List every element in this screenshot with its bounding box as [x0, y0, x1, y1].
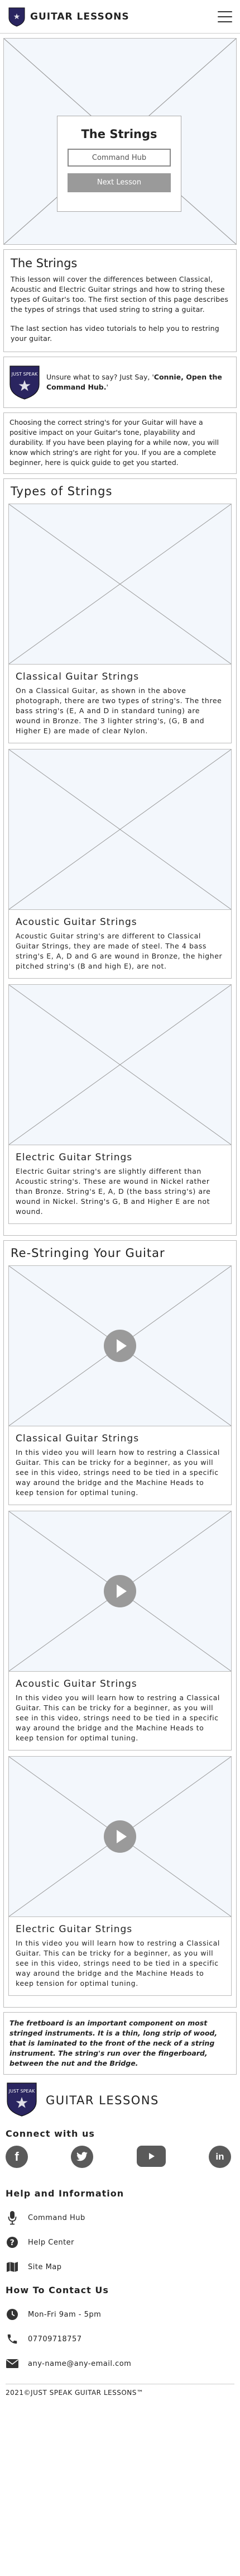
string-image [9, 504, 231, 665]
image-placeholder-icon [9, 985, 231, 1145]
site-footer: JUST SPEAK GUITAR LESSONS Connect with u… [0, 2075, 240, 2402]
svg-text:JUST SPEAK: JUST SPEAK [8, 2089, 35, 2094]
footer-link-label: Command Hub [28, 2213, 85, 2222]
command-hub-button[interactable]: Command Hub [68, 149, 171, 167]
top-navigation-bar: GUITAR LESSONS [0, 0, 240, 34]
footer-link-command-hub[interactable]: Command Hub [6, 2205, 234, 2230]
twitter-icon[interactable] [71, 2146, 94, 2168]
microphone-icon [6, 2210, 19, 2225]
video-card: Classical Guitar Strings In this video y… [8, 1265, 232, 1505]
string-type-description: On a Classical Guitar, as shown in the a… [16, 686, 222, 735]
envelope-icon [6, 2359, 19, 2369]
phone-link[interactable]: 07709718757 [6, 2327, 234, 2351]
phone-number: 07709718757 [28, 2335, 82, 2343]
choosing-strings-text: Choosing the correct string's for your G… [3, 412, 237, 474]
hero-banner: The Strings Command Hub Next Lesson [3, 38, 237, 245]
video-player[interactable] [9, 1266, 231, 1426]
hero-title: The Strings [81, 127, 157, 141]
image-placeholder-icon [9, 749, 231, 909]
hamburger-menu-icon[interactable] [218, 11, 232, 22]
opening-hours: Mon-Fri 9am - 5pm [6, 2302, 234, 2327]
types-of-strings-section: Types of Strings Classical Guitar String… [3, 478, 237, 1236]
string-type-card: Classical Guitar Strings On a Classical … [8, 504, 232, 743]
image-placeholder-icon [9, 504, 231, 664]
social-links: f in [6, 2146, 234, 2168]
section-title: Re-Stringing Your Guitar [11, 1246, 165, 1260]
clock-icon [6, 2308, 19, 2321]
intro-title: The Strings [11, 257, 78, 270]
string-type-description: Electric Guitar string's are slightly di… [16, 1167, 211, 1216]
email-link[interactable]: any-name@any-email.com [6, 2351, 234, 2376]
email-address: any-name@any-email.com [28, 2359, 132, 2368]
play-icon[interactable] [104, 1820, 136, 1853]
video-description: In this video you will learn how to rest… [16, 1939, 220, 1987]
video-card: Electric Guitar Strings In this video yo… [8, 1756, 232, 1996]
contact-title: How To Contact Us [6, 2285, 109, 2295]
hero-panel: The Strings Command Hub Next Lesson [57, 116, 181, 212]
video-title: Acoustic Guitar Strings [16, 1678, 137, 1690]
string-type-card: Electric Guitar Strings Electric Guitar … [8, 984, 232, 1224]
intro-paragraph: This lesson will cover the differences b… [11, 275, 229, 314]
voice-command-text: Unsure what to say? Just Say, 'Connie, O… [46, 373, 222, 391]
just-speak-logo-icon[interactable] [8, 7, 26, 27]
phone-icon [6, 2333, 19, 2345]
video-player[interactable] [9, 1511, 231, 1672]
site-brand-title[interactable]: GUITAR LESSONS [30, 11, 129, 22]
string-type-title: Electric Guitar Strings [16, 1152, 133, 1163]
just-speak-badge-icon: JUST SPEAK [8, 364, 41, 400]
string-type-card: Acoustic Guitar Strings Acoustic Guitar … [8, 749, 232, 979]
string-type-title: Acoustic Guitar Strings [16, 917, 137, 928]
facebook-icon[interactable]: f [6, 2146, 28, 2168]
footer-brand: JUST SPEAK GUITAR LESSONS [6, 2081, 234, 2119]
next-lesson-button[interactable]: Next Lesson [68, 173, 171, 192]
intro-paragraph: The last section has video tutorials to … [11, 324, 219, 343]
string-type-title: Classical Guitar Strings [16, 671, 140, 682]
youtube-icon[interactable] [136, 2146, 166, 2167]
string-image [9, 985, 231, 1145]
connect-title: Connect with us [6, 2128, 95, 2139]
video-title: Classical Guitar Strings [16, 1433, 140, 1444]
footer-brand-title: GUITAR LESSONS [46, 2094, 159, 2107]
svg-text:JUST SPEAK: JUST SPEAK [11, 372, 38, 377]
video-title: Electric Guitar Strings [16, 1924, 133, 1935]
just-speak-logo-icon[interactable]: JUST SPEAK [6, 2081, 38, 2119]
footer-link-label: Site Map [28, 2262, 62, 2271]
play-icon[interactable] [104, 1330, 136, 1362]
play-icon[interactable] [104, 1575, 136, 1607]
restringing-section: Re-Stringing Your Guitar Classical Guita… [3, 1240, 237, 2008]
footer-link-label: Help Center [28, 2238, 75, 2247]
video-description: In this video you will learn how to rest… [16, 1448, 220, 1497]
video-card: Acoustic Guitar Strings In this video yo… [8, 1511, 232, 1750]
linkedin-icon[interactable]: in [208, 2146, 231, 2168]
fretboard-quote: The fretboard is an important component … [3, 2012, 237, 2075]
string-image [9, 749, 231, 910]
string-type-description: Acoustic Guitar string's are different t… [16, 932, 223, 970]
video-description: In this video you will learn how to rest… [16, 1693, 220, 1742]
copyright-text: 2021©JUST SPEAK GUITAR LESSONS™ [6, 2384, 234, 2402]
help-title: Help and Information [6, 2188, 124, 2199]
footer-link-help-center[interactable]: ? Help Center [6, 2230, 234, 2255]
section-title: Types of Strings [11, 485, 113, 498]
video-player[interactable] [9, 1757, 231, 1917]
intro-section: The Strings This lesson will cover the d… [3, 249, 237, 352]
voice-command-prompt: JUST SPEAK Unsure what to say? Just Say,… [3, 357, 237, 408]
svg-text:?: ? [10, 2238, 15, 2247]
hours-text: Mon-Fri 9am - 5pm [28, 2310, 102, 2319]
footer-link-site-map[interactable]: Site Map [6, 2255, 234, 2279]
help-icon: ? [6, 2236, 19, 2248]
map-icon [6, 2261, 19, 2273]
